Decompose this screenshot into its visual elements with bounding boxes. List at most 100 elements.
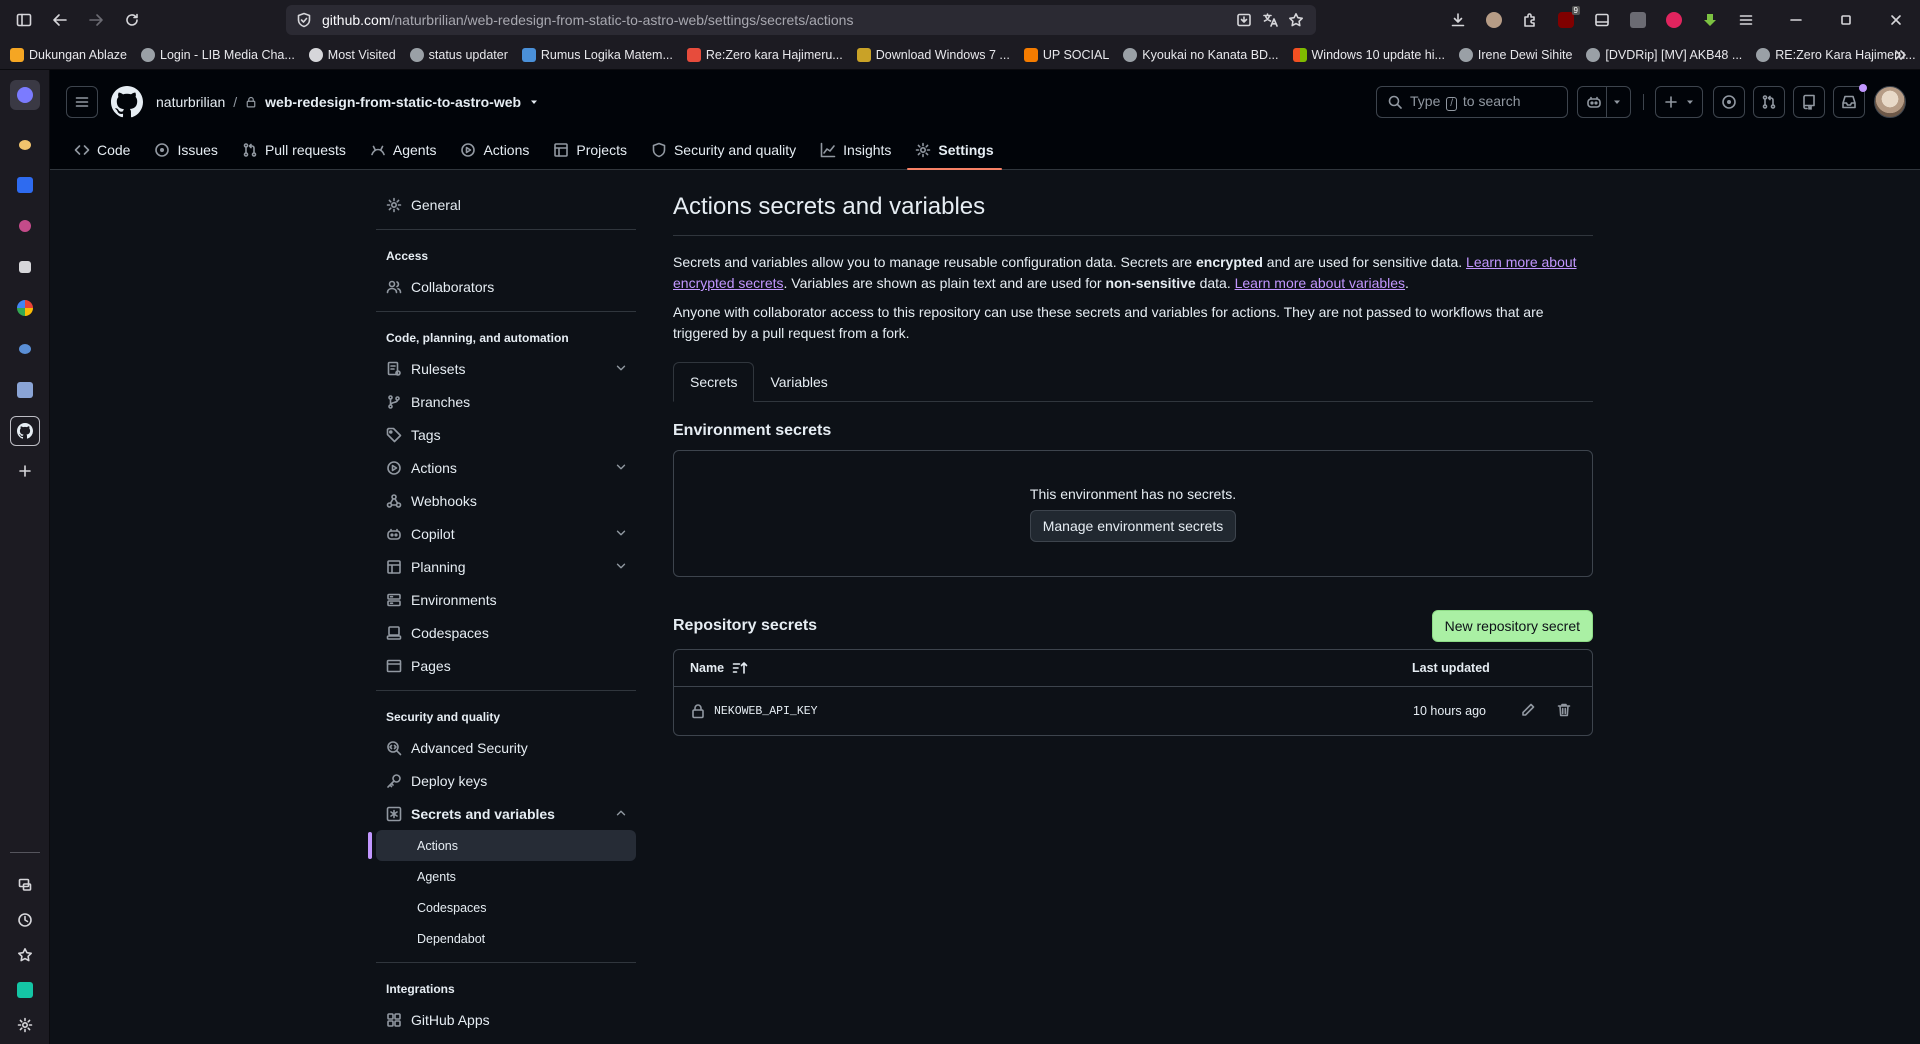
url-bar[interactable]: github.com/naturbrilian/web-redesign-fro… (286, 5, 1316, 35)
extension-grey-icon[interactable] (1622, 4, 1654, 36)
copilot-button[interactable] (1577, 86, 1631, 118)
issues-button[interactable] (1713, 86, 1745, 118)
new-repository-secret-button[interactable]: New repository secret (1431, 610, 1593, 642)
sidebar-toggle-icon[interactable] (6, 0, 42, 40)
bookmark-item[interactable]: UP SOCIAL (1023, 47, 1109, 62)
sidebar-item-deploy-keys[interactable]: Deploy keys (368, 764, 644, 797)
plus-icon[interactable] (10, 456, 40, 486)
github-logo-icon[interactable] (111, 86, 143, 118)
repo-owner-link[interactable]: naturbrilian (156, 94, 225, 110)
sidebar-subitem-actions[interactable]: Actions (368, 830, 636, 861)
back-arrow-icon[interactable] (42, 0, 78, 40)
bookmark-item[interactable]: Dukungan Ablaze (10, 47, 127, 62)
bookmark-item[interactable]: status updater (409, 47, 508, 62)
sidebar-item-webhooks[interactable]: Webhooks (368, 484, 644, 517)
sidebar-app-icon[interactable] (10, 211, 40, 241)
sidebar-item-general[interactable]: General (368, 188, 644, 221)
sort-ascending-icon[interactable] (732, 660, 748, 676)
sidebar-item-github-apps[interactable]: GitHub Apps (368, 1003, 644, 1036)
sidebar-item-collaborators[interactable]: Collaborators (368, 270, 644, 303)
tab-pull-requests[interactable]: Pull requests (234, 130, 354, 170)
sidebar-item-environments[interactable]: Environments (368, 583, 644, 616)
tab-actions[interactable]: Actions (452, 130, 537, 170)
close-window-icon[interactable] (1880, 4, 1912, 36)
sidebar-item-codespaces[interactable]: Codespaces (368, 616, 644, 649)
minimize-icon[interactable] (1780, 4, 1812, 36)
github-icon[interactable] (10, 416, 40, 446)
learn-more-variables-link[interactable]: Learn more about variables (1235, 275, 1405, 291)
sidebar-app-icon[interactable] (10, 334, 40, 364)
reader-view-icon[interactable] (1586, 4, 1618, 36)
bookmark-item[interactable]: Windows 10 update hi... (1292, 47, 1445, 62)
chevron-down-icon[interactable] (614, 526, 628, 540)
repo-name-link[interactable]: web-redesign-from-static-to-astro-web (265, 94, 521, 110)
profile-extension-icon[interactable] (1478, 4, 1510, 36)
sidebar-item-tags[interactable]: Tags (368, 418, 644, 451)
sidebar-item-advanced-security[interactable]: Advanced Security (368, 731, 644, 764)
chevron-double-right-icon[interactable] (1892, 47, 1908, 63)
menu-icon[interactable] (1730, 4, 1762, 36)
sidebar-app-icon[interactable] (10, 130, 40, 160)
trash-icon[interactable] (1556, 702, 1572, 718)
chevron-down-icon[interactable] (614, 460, 628, 474)
manage-environment-secrets-button[interactable]: Manage environment secrets (1029, 509, 1237, 542)
bookmark-item[interactable]: Download Windows 7 ... (856, 47, 1010, 62)
extension-green-arrow-icon[interactable] (1694, 4, 1726, 36)
sidebar-item-pages[interactable]: Pages (368, 649, 644, 682)
sidebar-item-planning[interactable]: Planning (368, 550, 644, 583)
sidebar-subitem-dependabot[interactable]: Dependabot (376, 923, 644, 954)
sidebar-item-copilot[interactable]: Copilot (368, 517, 644, 550)
synced-tabs-icon[interactable] (10, 870, 40, 900)
sidebar-item-rulesets[interactable]: Rulesets (368, 352, 644, 385)
sidebar-app-icon[interactable] (10, 375, 40, 405)
chevron-down-icon[interactable] (614, 361, 628, 375)
chevron-up-icon[interactable] (614, 806, 628, 820)
extension-red-icon[interactable] (1658, 4, 1690, 36)
sidebar-app-icon[interactable] (10, 252, 40, 282)
pull-requests-button[interactable] (1753, 86, 1785, 118)
tab-code[interactable]: Code (66, 130, 138, 170)
history-icon[interactable] (10, 905, 40, 935)
hamburger-menu-icon[interactable] (66, 86, 98, 118)
repositories-button[interactable] (1793, 86, 1825, 118)
sidebar-subitem-agents[interactable]: Agents (376, 861, 644, 892)
avatar[interactable] (1874, 86, 1906, 118)
bookmark-item[interactable]: Login - LIB Media Cha... (141, 47, 295, 62)
tab-agents[interactable]: Agents (362, 130, 445, 170)
chevron-down-icon[interactable] (614, 559, 628, 573)
caret-down-icon[interactable] (529, 97, 539, 107)
extensions-puzzle-icon[interactable] (1514, 4, 1546, 36)
downloads-icon[interactable] (1442, 4, 1474, 36)
site-info-icon[interactable] (296, 12, 312, 28)
reload-icon[interactable] (114, 0, 150, 40)
sidebar-app-icon[interactable] (10, 80, 40, 110)
ublock-icon[interactable]: 9 (1550, 4, 1582, 36)
notifications-button[interactable] (1833, 84, 1867, 118)
maximize-icon[interactable] (1830, 4, 1862, 36)
customize-gear-icon[interactable] (10, 1010, 40, 1040)
search-input[interactable]: Type / to search (1376, 86, 1568, 118)
sidebar-item-secrets-and-variables[interactable]: Secrets and variables (368, 797, 644, 830)
bookmark-item[interactable]: Irene Dewi Sihite (1458, 47, 1572, 62)
bookmark-item[interactable]: [DVDRip] [MV] AKB48 ... (1586, 47, 1742, 62)
tab-issues[interactable]: Issues (146, 130, 225, 170)
bookmarks-star-icon[interactable] (10, 940, 40, 970)
pencil-icon[interactable] (1520, 702, 1536, 718)
tab-projects[interactable]: Projects (545, 130, 635, 170)
forward-arrow-icon[interactable] (78, 0, 114, 40)
bookmark-item[interactable]: Most Visited (308, 47, 396, 62)
tab-settings[interactable]: Settings (907, 130, 1002, 170)
tab-secrets[interactable]: Secrets (673, 362, 755, 402)
google-icon[interactable] (10, 293, 40, 323)
tab-insights[interactable]: Insights (812, 130, 899, 170)
sidebar-item-branches[interactable]: Branches (368, 385, 644, 418)
translate-icon[interactable] (1262, 12, 1278, 28)
sidebar-app-icon[interactable] (10, 975, 40, 1005)
bookmark-item[interactable]: Rumus Logika Matem... (521, 47, 673, 62)
tab-variables[interactable]: Variables (754, 362, 843, 402)
bookmark-item[interactable]: Re:Zero kara Hajimeru... (686, 47, 843, 62)
save-page-icon[interactable] (1236, 12, 1252, 28)
bookmark-star-icon[interactable] (1288, 12, 1304, 28)
sidebar-app-icon[interactable] (10, 170, 40, 200)
sidebar-item-actions[interactable]: Actions (368, 451, 644, 484)
